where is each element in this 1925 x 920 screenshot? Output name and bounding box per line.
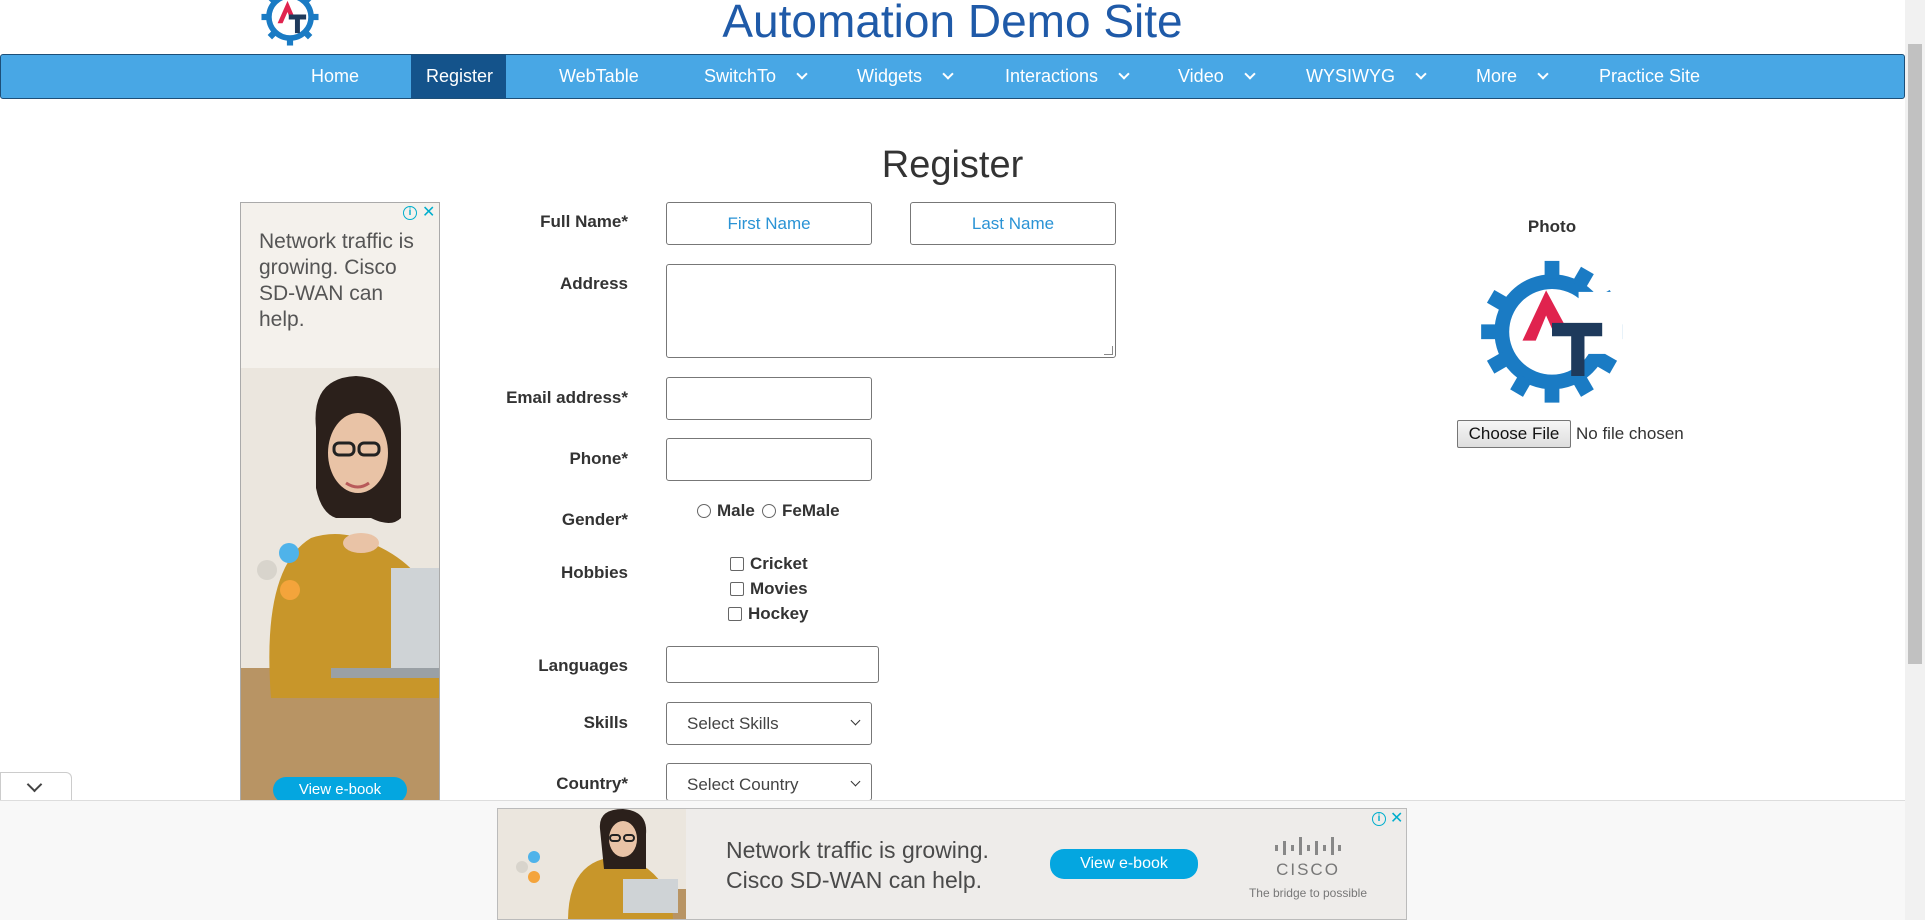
ad-image bbox=[241, 368, 439, 801]
collapse-ad-tab[interactable] bbox=[0, 772, 72, 800]
nav-register[interactable]: Register bbox=[411, 55, 506, 98]
nav-label: Interactions bbox=[1005, 66, 1099, 86]
site-title: Automation Demo Site bbox=[722, 0, 1183, 47]
phone-input[interactable] bbox=[666, 438, 872, 481]
languages-label: Languages bbox=[538, 656, 628, 675]
address-label: Address bbox=[559, 274, 628, 293]
photo-label: Photo bbox=[1527, 217, 1577, 236]
hobby-cricket-label[interactable]: Cricket bbox=[750, 554, 808, 574]
nav-interactions[interactable]: Interactions bbox=[990, 55, 1143, 98]
last-name-input[interactable]: Last Name bbox=[910, 202, 1116, 245]
ad-view-ebook-button[interactable]: View e-book bbox=[273, 777, 407, 801]
chevron-down-icon bbox=[850, 776, 861, 787]
page-title: Register bbox=[881, 144, 1024, 186]
ad-info-icon[interactable]: i bbox=[1372, 812, 1386, 826]
skills-label: Skills bbox=[583, 713, 628, 732]
gender-male-label[interactable]: Male bbox=[717, 501, 755, 521]
nav-label: SwitchTo bbox=[704, 66, 777, 86]
country-select[interactable]: Select Country bbox=[666, 763, 872, 801]
nav-label: Video bbox=[1178, 66, 1224, 86]
languages-input[interactable] bbox=[666, 646, 879, 683]
bottom-advertisement[interactable]: Network traffic is growing. Cisco SD-WAN… bbox=[497, 808, 1407, 920]
chevron-down-icon bbox=[26, 776, 43, 793]
nav-label: Widgets bbox=[857, 66, 923, 86]
nav-switchto[interactable]: SwitchTo bbox=[689, 55, 821, 98]
hobby-movies-label[interactable]: Movies bbox=[750, 579, 808, 599]
bottom-ad-line1: Network traffic is growing. bbox=[726, 837, 989, 863]
address-textarea[interactable] bbox=[666, 264, 1116, 358]
woman-reading-illustration bbox=[498, 809, 686, 919]
bottom-ad-text: Network traffic is growing. Cisco SD-WAN… bbox=[726, 835, 989, 895]
nav-label: Register bbox=[426, 66, 494, 86]
nav-label: Practice Site bbox=[1599, 66, 1701, 86]
nav-label: WYSIWYG bbox=[1306, 66, 1395, 86]
email-input[interactable] bbox=[666, 377, 872, 420]
country-label: Country* bbox=[556, 774, 628, 793]
nav-label: Home bbox=[311, 66, 360, 86]
chevron-down-icon bbox=[1118, 68, 1130, 80]
page-scrollbar[interactable] bbox=[1905, 0, 1925, 920]
hobby-movies-checkbox[interactable] bbox=[730, 582, 744, 596]
bottom-ad-line2: Cisco SD-WAN can help. bbox=[726, 867, 983, 893]
nav-label: More bbox=[1476, 66, 1518, 86]
chevron-down-icon bbox=[1537, 68, 1549, 80]
chevron-down-icon bbox=[850, 715, 861, 726]
chevron-down-icon bbox=[942, 68, 954, 80]
cisco-logo: CISCO The bridge to possible bbox=[1233, 837, 1383, 900]
country-selected: Select Country bbox=[687, 775, 799, 794]
bottom-ad-image bbox=[498, 809, 686, 919]
ad-text: Network traffic is growing. Cisco SD-WAN… bbox=[259, 230, 414, 331]
full-name-label: Full Name* bbox=[540, 212, 628, 231]
resize-grip-icon[interactable] bbox=[1104, 346, 1113, 355]
bottom-ad-view-ebook-button[interactable]: View e-book bbox=[1050, 849, 1198, 879]
hobby-hockey-checkbox[interactable] bbox=[728, 607, 742, 621]
ad-info-icon[interactable]: i bbox=[403, 206, 417, 220]
chevron-down-icon bbox=[1244, 68, 1256, 80]
gender-female-radio[interactable] bbox=[762, 504, 776, 518]
cisco-bars-icon bbox=[1275, 837, 1341, 855]
ad-close-icon[interactable]: ✕ bbox=[1390, 811, 1403, 827]
choose-file-button[interactable]: Choose File bbox=[1457, 420, 1571, 448]
skills-select[interactable]: Select Skills bbox=[666, 702, 872, 745]
nav-video[interactable]: Video bbox=[1163, 55, 1269, 98]
hobby-cricket-checkbox[interactable] bbox=[730, 557, 744, 571]
profile-photo-logo bbox=[1481, 260, 1623, 403]
first-name-input[interactable]: First Name bbox=[666, 202, 872, 245]
gender-label: Gender* bbox=[561, 510, 628, 529]
nav-widgets[interactable]: Widgets bbox=[842, 55, 967, 98]
main-navbar: Home Register WebTable SwitchTo Widgets … bbox=[0, 54, 1905, 99]
phone-label: Phone* bbox=[569, 449, 628, 468]
gender-female-label[interactable]: FeMale bbox=[782, 501, 840, 521]
nav-webtable[interactable]: WebTable bbox=[544, 55, 654, 98]
skills-selected: Select Skills bbox=[687, 714, 779, 733]
woman-reading-illustration bbox=[241, 368, 439, 801]
hobby-hockey-label[interactable]: Hockey bbox=[748, 604, 808, 624]
hobbies-label: Hobbies bbox=[560, 563, 628, 582]
nav-home[interactable]: Home bbox=[296, 55, 374, 98]
nav-wysiwyg[interactable]: WYSIWYG bbox=[1291, 55, 1440, 98]
nav-label: WebTable bbox=[559, 66, 639, 86]
scrollbar-thumb[interactable] bbox=[1908, 44, 1922, 664]
file-status: No file chosen bbox=[1576, 424, 1684, 443]
chevron-down-icon bbox=[796, 68, 808, 80]
gender-male-radio[interactable] bbox=[697, 504, 711, 518]
left-advertisement[interactable]: i ✕ Network traffic is growing. Cisco SD… bbox=[240, 202, 440, 802]
cisco-tagline: The bridge to possible bbox=[1248, 886, 1368, 900]
nav-practice-site[interactable]: Practice Site bbox=[1584, 55, 1715, 98]
cisco-brand: CISCO bbox=[1276, 860, 1340, 879]
chevron-down-icon bbox=[1415, 68, 1427, 80]
page: { "header": { "title": "Automation Demo … bbox=[0, 0, 1925, 920]
nav-more[interactable]: More bbox=[1461, 55, 1562, 98]
email-label: Email address* bbox=[506, 388, 628, 407]
